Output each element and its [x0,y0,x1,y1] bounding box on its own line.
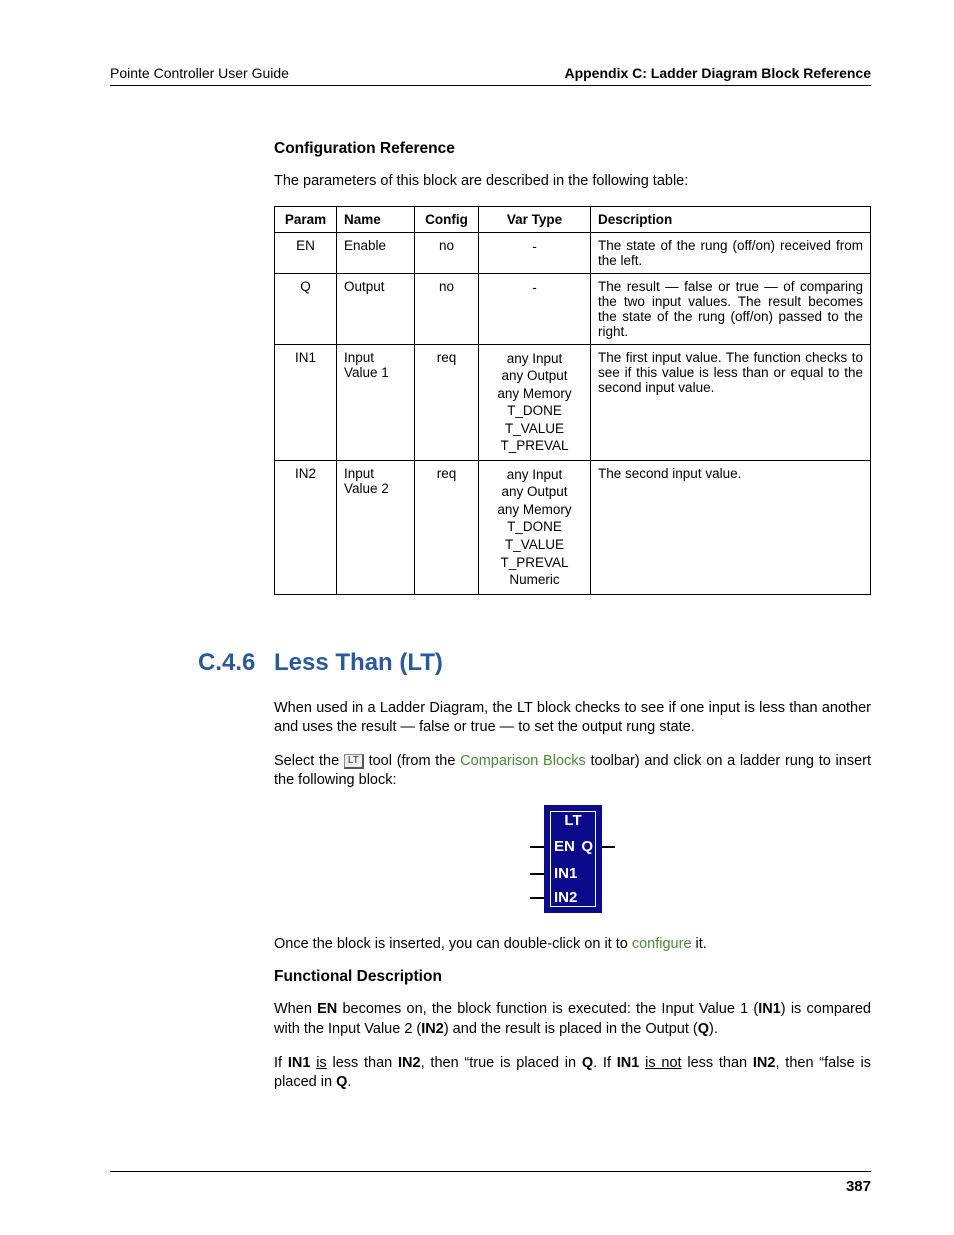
table-header-row: Param Name Config Var Type Description [275,206,871,232]
func-para-1: When EN becomes on, the block function i… [274,1000,871,1039]
section-para-1: When used in a Ladder Diagram, the LT bl… [274,699,871,738]
p2-a: Select the [274,753,344,769]
block-label-q: Q [581,838,593,855]
header-right: Appendix C: Ladder Diagram Block Referen… [564,65,871,81]
th-param: Param [275,206,337,232]
config-ref-heading: Configuration Reference [274,140,871,158]
comparison-blocks-link[interactable]: Comparison Blocks [460,753,586,769]
page-footer: 387 [110,1165,871,1195]
header-rule [110,85,871,86]
page-number: 387 [110,1178,871,1195]
configure-link[interactable]: configure [632,936,692,952]
section-para-2: Select the LT tool (from the Comparison … [274,752,871,791]
table-row: ENEnableno-The state of the rung (off/on… [275,232,871,273]
p3-a: Once the block is inserted, you can doub… [274,936,632,952]
tick [530,846,544,848]
section-para-3: Once the block is inserted, you can doub… [274,935,871,955]
config-ref-intro: The parameters of this block are describ… [274,172,871,192]
th-vartype: Var Type [479,206,591,232]
table-row: IN2Input Value 2reqany Inputany Outputan… [275,460,871,594]
p3-b: it. [692,936,707,952]
footer-rule [110,1171,871,1172]
block-label-in2: IN2 [554,889,577,906]
th-name: Name [337,206,415,232]
tick [530,897,544,899]
th-description: Description [591,206,871,232]
block-label-in1: IN1 [554,865,577,882]
tick [530,873,544,875]
table-row: QOutputno-The result — false or true — o… [275,273,871,344]
section-title: Less Than (LT) [274,649,443,677]
section-number: C.4.6 [110,649,274,677]
block-label-lt: LT [544,812,602,829]
th-config: Config [415,206,479,232]
func-para-2: If IN1 is less than IN2, then “true is p… [274,1054,871,1093]
page-header: Pointe Controller User Guide Appendix C:… [110,65,871,81]
lt-block-figure: LT EN Q IN1 IN2 [530,805,615,913]
config-ref-table: Param Name Config Var Type Description E… [274,206,871,595]
p2-b: tool (from the [364,753,460,769]
block-label-en: EN [554,838,575,855]
functional-desc-heading: Functional Description [274,968,871,986]
table-row: IN1Input Value 1reqany Inputany Outputan… [275,344,871,460]
block-rect: LT EN Q IN1 IN2 [544,805,602,913]
header-left: Pointe Controller User Guide [110,65,289,81]
section-heading-row: C.4.6 Less Than (LT) [110,649,871,677]
lt-tool-icon: LT [344,754,364,769]
tick [601,846,615,848]
